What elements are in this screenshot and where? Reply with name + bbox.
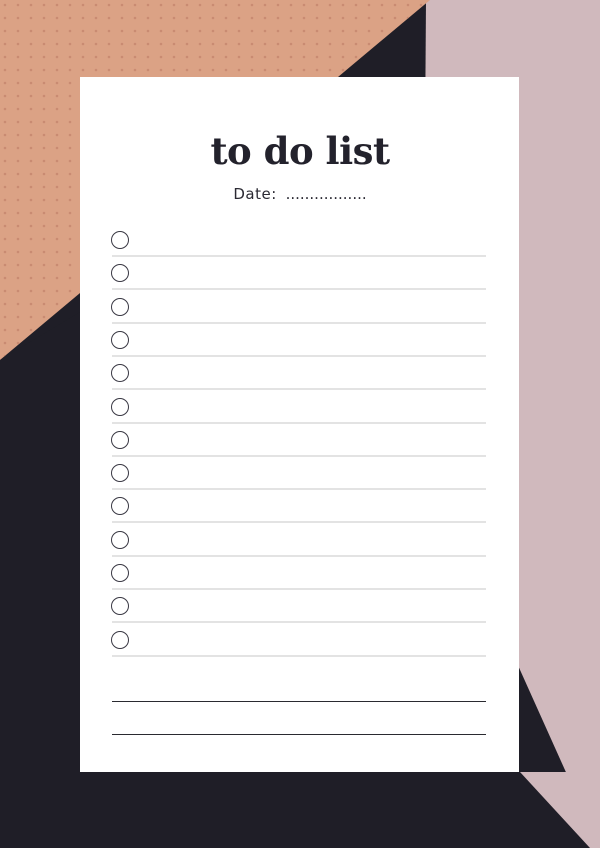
task-row[interactable] <box>111 364 486 390</box>
date-label: Date: <box>233 185 277 203</box>
task-write-line[interactable] <box>112 555 486 557</box>
circle-checkbox-icon[interactable] <box>111 631 129 649</box>
task-write-line[interactable] <box>112 488 486 490</box>
circle-checkbox-icon[interactable] <box>111 331 129 349</box>
circle-checkbox-icon[interactable] <box>111 264 129 282</box>
task-write-line[interactable] <box>112 255 486 257</box>
todo-card <box>80 77 519 772</box>
page-title: to do list <box>210 129 390 173</box>
task-write-line[interactable] <box>112 521 486 523</box>
task-row[interactable] <box>111 464 486 490</box>
task-row[interactable] <box>111 298 486 324</box>
task-row[interactable] <box>111 231 486 257</box>
date-blank[interactable]: ................. <box>286 185 367 203</box>
task-row[interactable] <box>111 564 486 590</box>
task-write-line[interactable] <box>112 621 486 623</box>
circle-checkbox-icon[interactable] <box>111 364 129 382</box>
circle-checkbox-icon[interactable] <box>111 564 129 582</box>
task-row[interactable] <box>111 264 486 290</box>
circle-checkbox-icon[interactable] <box>111 231 129 249</box>
task-write-line[interactable] <box>112 322 486 324</box>
date-row: Date: ................. <box>0 184 600 204</box>
circle-checkbox-icon[interactable] <box>111 497 129 515</box>
task-row[interactable] <box>111 431 486 457</box>
circle-checkbox-icon[interactable] <box>111 298 129 316</box>
circle-checkbox-icon[interactable] <box>111 398 129 416</box>
task-row[interactable] <box>111 597 486 623</box>
circle-checkbox-icon[interactable] <box>111 431 129 449</box>
task-row[interactable] <box>111 631 486 657</box>
task-write-line[interactable] <box>112 655 486 657</box>
task-write-line[interactable] <box>112 288 486 290</box>
task-write-line[interactable] <box>112 588 486 590</box>
task-write-line[interactable] <box>112 422 486 424</box>
task-row[interactable] <box>111 398 486 424</box>
circle-checkbox-icon[interactable] <box>111 464 129 482</box>
task-write-line[interactable] <box>112 355 486 357</box>
task-write-line[interactable] <box>112 455 486 457</box>
task-write-line[interactable] <box>112 388 486 390</box>
notes-line-1[interactable] <box>112 701 486 702</box>
task-row[interactable] <box>111 531 486 557</box>
task-row[interactable] <box>111 331 486 357</box>
task-row[interactable] <box>111 497 486 523</box>
circle-checkbox-icon[interactable] <box>111 597 129 615</box>
circle-checkbox-icon[interactable] <box>111 531 129 549</box>
notes-line-2[interactable] <box>112 734 486 735</box>
